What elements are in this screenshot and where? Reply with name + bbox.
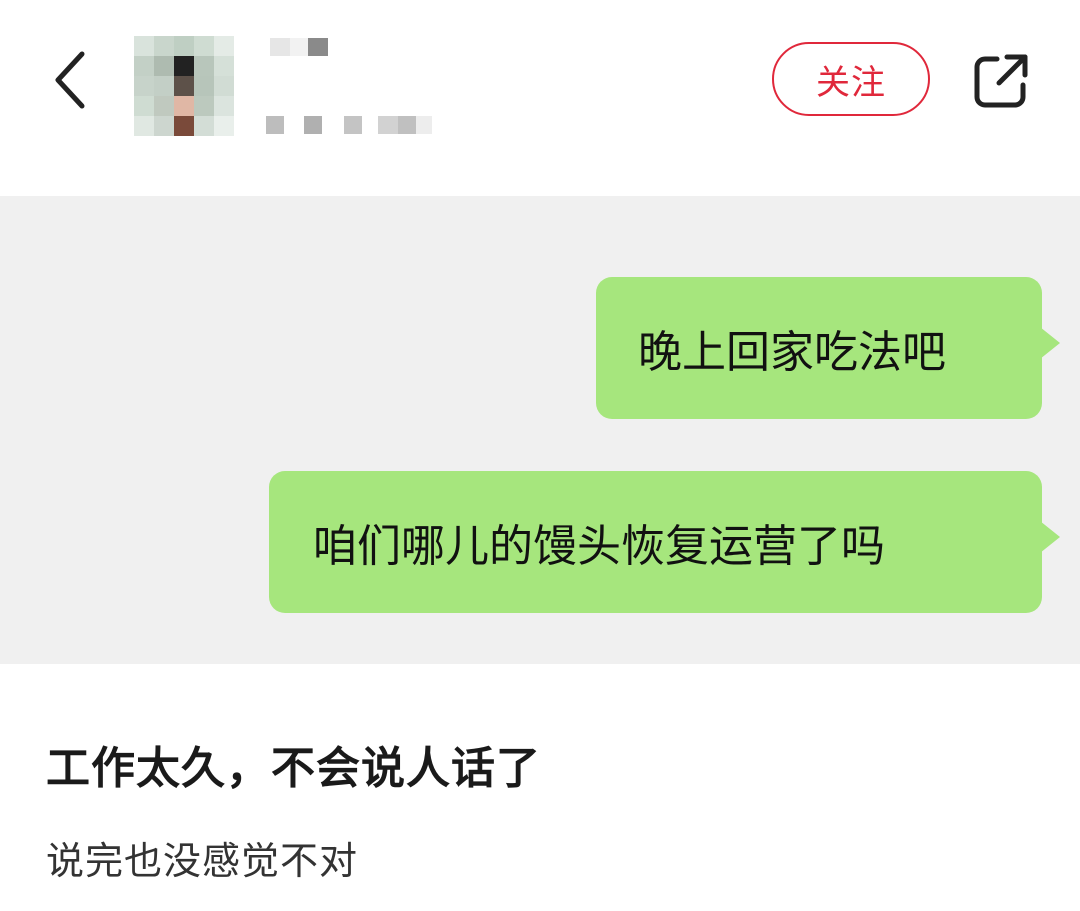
chat-bubble-outgoing[interactable]: 咱们哪儿的馒头恢复运营了吗 [269,471,1060,613]
header-bar: 关注 [0,0,1080,196]
page: 关注 晚上回家吃法吧 咱们哪儿的馒头恢复运营了吗 工作太久，不会说人话了 说完也… [0,0,1080,911]
post-title: 工作太久，不会说人话了 [46,743,541,794]
chat-message-text: 晚上回家吃法吧 [638,327,946,378]
chat-screenshot: 晚上回家吃法吧 咱们哪儿的馒头恢复运营了吗 [0,196,1080,664]
avatar[interactable] [134,36,234,136]
share-external-icon [974,54,1028,108]
chat-bubble-outgoing[interactable]: 晚上回家吃法吧 [596,277,1060,419]
back-button[interactable] [40,42,100,118]
chevron-left-icon [55,51,85,109]
chat-message-text: 咱们哪儿的馒头恢复运营了吗 [313,521,885,572]
share-button[interactable] [966,46,1036,116]
follow-button-label: 关注 [816,62,886,103]
post-subtitle: 说完也没感觉不对 [46,839,359,883]
follow-button[interactable]: 关注 [772,42,930,116]
user-name-blurred[interactable] [266,34,466,144]
